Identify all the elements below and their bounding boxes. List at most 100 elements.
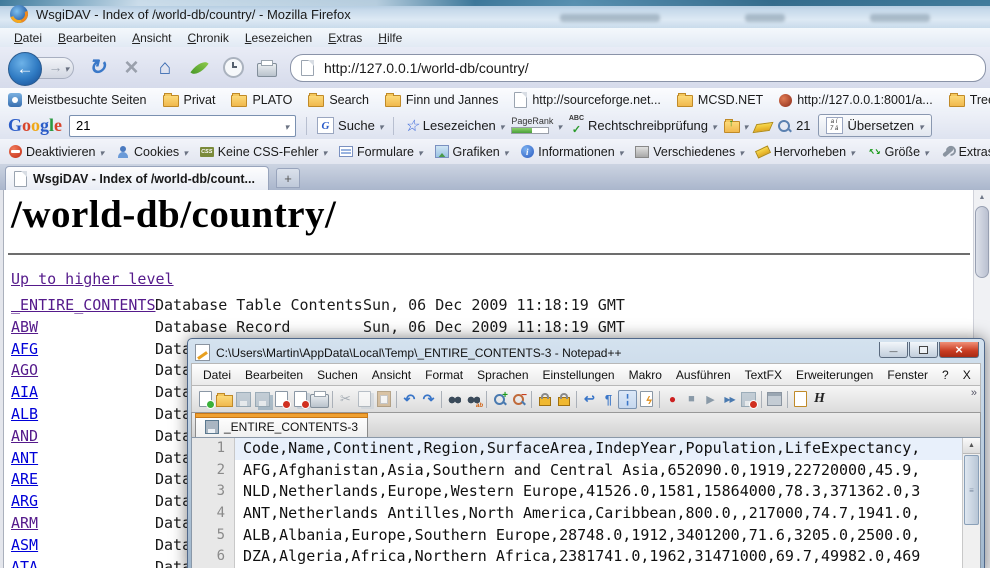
entry-link[interactable]: ARM <box>11 514 38 532</box>
code-area[interactable]: Code,Name,Continent,Region,SurfaceArea,I… <box>235 438 962 568</box>
stop-macro-button[interactable] <box>682 390 701 409</box>
translate-button[interactable]: a í7 äÜbersetzen <box>818 114 932 137</box>
stop-button[interactable] <box>118 55 144 81</box>
scrollbar-thumb[interactable] <box>964 455 979 525</box>
feedly-extension-button[interactable] <box>186 55 212 81</box>
run-macro-multiple-button[interactable] <box>720 390 739 409</box>
entry-link[interactable]: ATA <box>11 558 38 568</box>
devbar-tools[interactable]: Extras <box>941 145 990 159</box>
home-button[interactable] <box>152 55 178 81</box>
npp-menu-format[interactable]: Format <box>418 366 470 384</box>
dropdown-caret[interactable] <box>850 145 855 159</box>
cut-button[interactable] <box>336 390 355 409</box>
menu-chronik[interactable]: Chronik <box>179 30 236 46</box>
entry-link[interactable]: ARG <box>11 492 38 510</box>
bookmark-folder-search[interactable]: Search <box>308 93 369 107</box>
minimize-button[interactable] <box>879 342 908 358</box>
url-input[interactable] <box>322 59 975 77</box>
menu-bearbeiten[interactable]: Bearbeiten <box>50 30 124 46</box>
bookmark-folder-plato[interactable]: PLATO <box>231 93 292 107</box>
menu-lesezeichen[interactable]: Lesezeichen <box>237 30 320 46</box>
devbar-resize[interactable]: Größe <box>867 145 929 159</box>
dropdown-caret[interactable] <box>744 118 749 133</box>
undo-button[interactable] <box>400 390 419 409</box>
bookmark-most-visited[interactable]: Meistbesuchte Seiten <box>8 93 147 107</box>
npp-menu-datei[interactable]: Datei <box>196 366 238 384</box>
npp-menu-textfx[interactable]: TextFX <box>738 366 789 384</box>
menu-extras[interactable]: Extras <box>320 30 370 46</box>
scroll-up-arrow-icon[interactable] <box>963 438 980 454</box>
redo-button[interactable] <box>419 390 438 409</box>
open-file-button[interactable] <box>215 390 234 409</box>
close-all-button[interactable] <box>291 390 310 409</box>
entry-link[interactable]: _ENTIRE_CONTENTS <box>11 296 156 314</box>
bookmark-sourceforge[interactable]: http://sourceforge.net... <box>514 92 661 108</box>
dropdown-caret[interactable] <box>379 118 384 133</box>
toolbar-overflow-chevron[interactable] <box>971 387 977 399</box>
dropdown-caret[interactable] <box>500 118 505 133</box>
close-file-button[interactable] <box>272 390 291 409</box>
dropdown-caret[interactable] <box>183 145 188 159</box>
dropdown-caret[interactable] <box>99 145 104 159</box>
menu-ansicht[interactable]: Ansicht <box>124 30 179 46</box>
entry-link[interactable]: AND <box>11 427 38 445</box>
entry-link[interactable]: ABW <box>11 318 38 336</box>
sync-horizontal-button[interactable] <box>554 390 573 409</box>
replace-button[interactable] <box>464 390 483 409</box>
spellcheck-button[interactable]: ABCRechtschreibprüfung <box>569 115 717 136</box>
scrollbar-thumb[interactable] <box>975 206 989 278</box>
launch-in-browser-button[interactable] <box>791 390 810 409</box>
dropdown-caret[interactable] <box>557 118 562 133</box>
menu-hilfe[interactable]: Hilfe <box>370 30 410 46</box>
send-to-button[interactable] <box>724 118 749 133</box>
history-extension-button[interactable] <box>220 55 246 81</box>
copy-button[interactable] <box>355 390 374 409</box>
dropdown-caret[interactable] <box>619 145 624 159</box>
url-bar[interactable] <box>290 54 986 82</box>
new-tab-button[interactable]: + <box>276 168 300 188</box>
save-button[interactable] <box>234 390 253 409</box>
save-macro-button[interactable] <box>739 390 758 409</box>
close-button[interactable] <box>939 342 979 358</box>
dropdown-caret[interactable] <box>924 145 929 159</box>
npp-menu-sprachen[interactable]: Sprachen <box>470 366 535 384</box>
back-button[interactable] <box>8 52 42 86</box>
dropdown-caret[interactable] <box>919 118 924 133</box>
google-search-input[interactable] <box>70 118 278 133</box>
entry-link[interactable]: ALB <box>11 405 38 423</box>
devbar-disable[interactable]: Deaktivieren <box>8 145 104 159</box>
word-wrap-button[interactable] <box>580 390 599 409</box>
entry-link[interactable]: AGO <box>11 361 38 379</box>
reload-button[interactable] <box>84 55 110 81</box>
record-macro-button[interactable] <box>663 390 682 409</box>
html-tidy-button[interactable] <box>810 390 829 409</box>
devbar-css[interactable]: CSSKeine CSS-Fehler <box>200 145 327 159</box>
dropdown-caret[interactable] <box>322 145 327 159</box>
new-file-button[interactable] <box>196 390 215 409</box>
dropdown-caret[interactable] <box>712 118 717 133</box>
play-macro-button[interactable] <box>701 390 720 409</box>
bookmark-folder-mcsd[interactable]: MCSD.NET <box>677 93 763 107</box>
npp-menu-fenster[interactable]: Fenster <box>880 366 935 384</box>
devbar-outline[interactable]: Hervorheben <box>756 145 855 159</box>
bookmark-localhost-8001[interactable]: http://127.0.0.1:8001/a... <box>779 93 933 107</box>
scroll-up-arrow-icon[interactable] <box>974 190 990 204</box>
browser-tab[interactable]: WsgiDAV - Index of /world-db/count... <box>5 166 269 190</box>
up-to-higher-level-link[interactable]: Up to higher level <box>11 270 174 288</box>
npp-menu-close-document[interactable]: X <box>956 366 981 384</box>
entry-link[interactable]: ASM <box>11 536 38 554</box>
devbar-cookies[interactable]: Cookies <box>116 145 188 159</box>
devbar-forms[interactable]: Formulare <box>339 145 423 159</box>
sync-vertical-button[interactable] <box>535 390 554 409</box>
zoom-out-button[interactable] <box>509 390 528 409</box>
npp-menu-ausfuehren[interactable]: Ausführen <box>669 366 738 384</box>
menu-datei[interactable]: Datei <box>6 30 50 46</box>
entry-link[interactable]: AFG <box>11 340 38 358</box>
entry-link[interactable]: ARE <box>11 470 38 488</box>
restore-button[interactable] <box>909 342 938 358</box>
google-bookmarks-button[interactable]: Lesezeichen <box>404 116 504 136</box>
dropdown-caret[interactable] <box>418 145 423 159</box>
history-dropdown-caret[interactable] <box>64 59 69 77</box>
indent-guide-button[interactable] <box>618 390 637 409</box>
npp-menu-suchen[interactable]: Suchen <box>310 366 365 384</box>
